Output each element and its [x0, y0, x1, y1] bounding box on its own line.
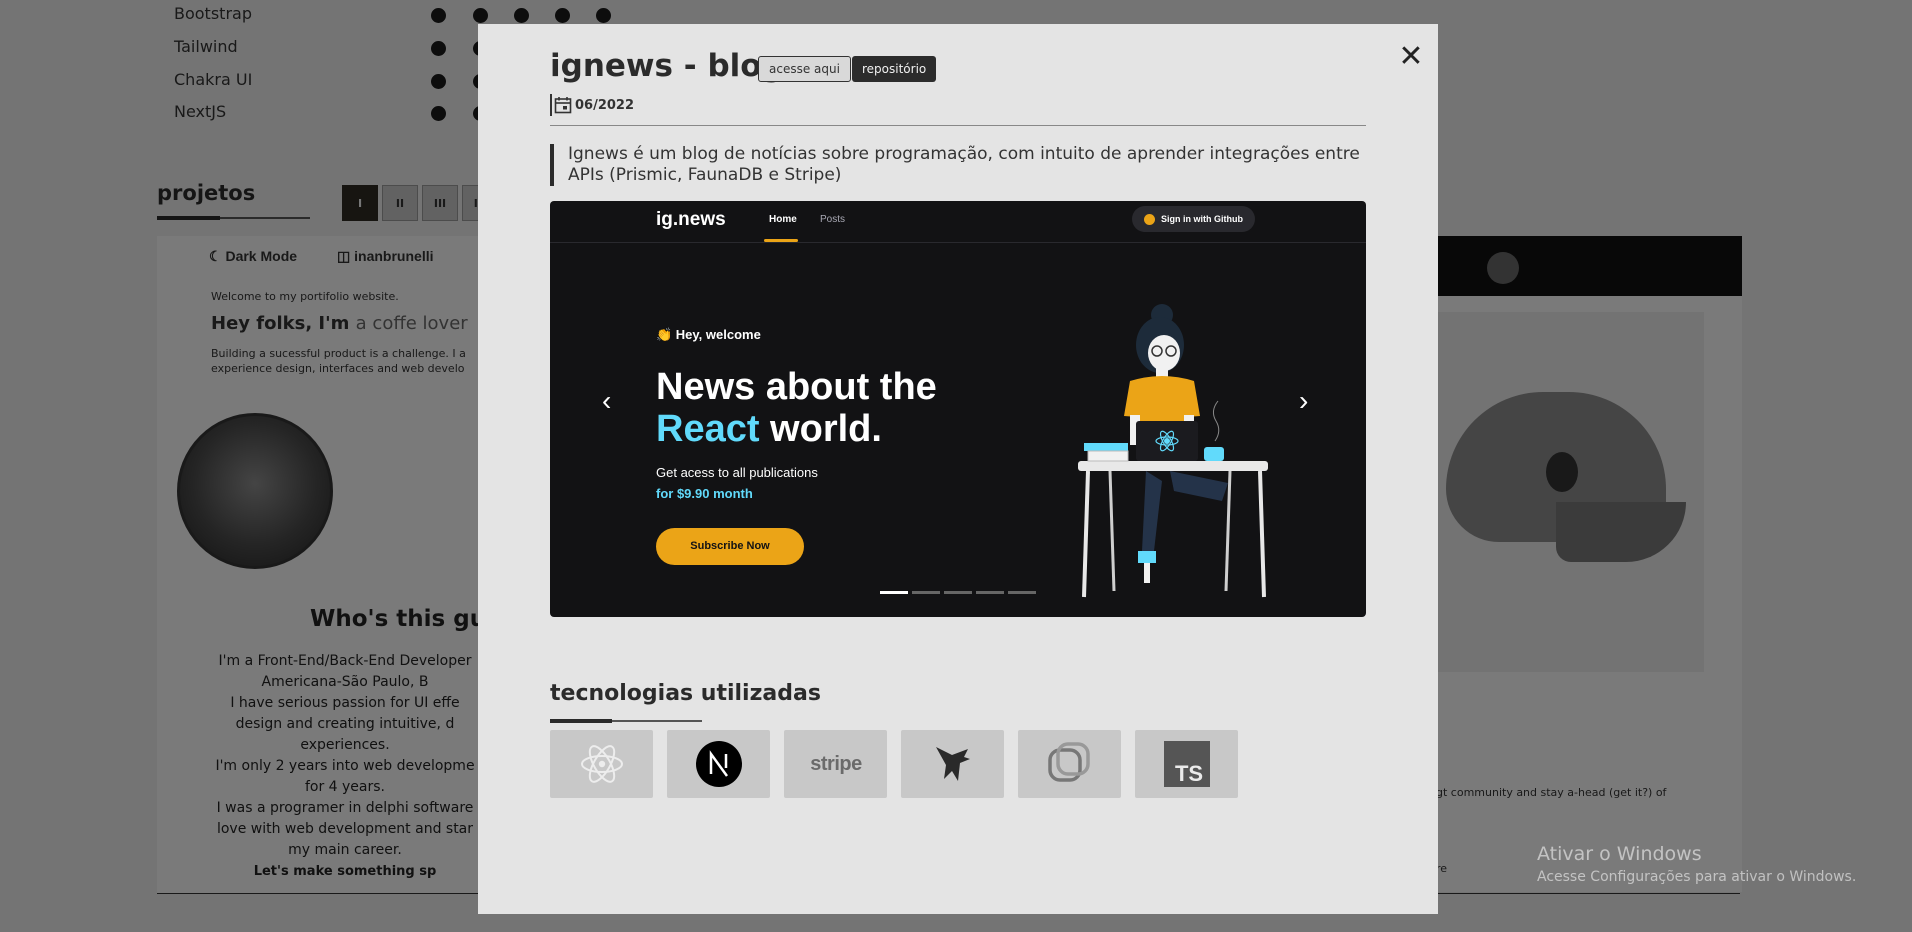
carousel-prev-icon[interactable]: ‹ [602, 387, 611, 415]
project-screenshot: ig.news Home Posts Sign in with Github 👏… [550, 201, 1366, 617]
svg-text:TS: TS [1174, 761, 1202, 786]
date-text: 06/2022 [575, 97, 635, 113]
modal-title: ignews - blog [550, 48, 784, 84]
stripe-icon: stripe [810, 753, 862, 775]
technologies-underline-accent [550, 719, 612, 723]
carousel-dot[interactable] [880, 591, 908, 594]
github-icon [1144, 213, 1155, 225]
react-icon [580, 745, 623, 783]
svg-text:stripe: stripe [810, 753, 862, 775]
carousel-dot[interactable] [1008, 591, 1036, 594]
tech-typescript[interactable]: TS [1135, 730, 1238, 798]
preview-nav-posts: Posts [820, 214, 846, 225]
preview-nav-active-indicator [764, 239, 798, 242]
carousel-indicators [880, 591, 1036, 594]
carousel-dot[interactable] [976, 591, 1004, 594]
tech-prismic[interactable] [1018, 730, 1121, 798]
preview-subscribe-button: Subscribe Now [656, 528, 804, 565]
headline-react: React [656, 408, 760, 450]
windows-activation-watermark: Ativar o Windows Acesse Configurações pa… [1537, 843, 1856, 885]
carousel-next-icon[interactable]: › [1299, 387, 1308, 415]
preview-signin-button: Sign in with Github [1132, 206, 1255, 232]
calendar-icon [554, 97, 572, 114]
access-site-button[interactable]: acesse aqui [758, 56, 851, 82]
faunadb-icon [935, 747, 970, 781]
close-icon[interactable]: ✕ [1396, 42, 1426, 72]
preview-signin-label: Sign in with Github [1161, 214, 1243, 224]
carousel-dot[interactable] [912, 591, 940, 594]
carousel-dot[interactable] [944, 591, 972, 594]
tech-react[interactable] [550, 730, 653, 798]
typescript-icon: TS [1163, 741, 1210, 787]
repository-button[interactable]: repositório [852, 56, 937, 82]
tech-faunadb[interactable] [901, 730, 1004, 798]
project-date: 06/2022 [550, 94, 634, 116]
tech-stripe[interactable]: stripe [784, 730, 887, 798]
project-description: Ignews é um blog de notícias sobre progr… [550, 144, 1366, 186]
project-modal: ignews - blog acesse aqui repositório ✕ … [478, 24, 1438, 914]
woman-with-laptop-illustration [1078, 304, 1268, 598]
preview-logo: ig.news [656, 209, 726, 230]
nextjs-icon [695, 741, 742, 787]
date-accent-bar [550, 94, 552, 116]
technologies-list: stripe TS [550, 730, 1238, 798]
preview-header: ig.news Home Posts Sign in with Github [550, 201, 1366, 243]
preview-nav-home: Home [769, 214, 797, 225]
watermark-subtitle: Acesse Configurações para ativar o Windo… [1537, 869, 1857, 885]
technologies-heading: tecnologias utilizadas [550, 681, 821, 706]
preview-subtitle: Get acess to all publications [656, 465, 818, 480]
headline-line1: News about the [656, 366, 937, 408]
prismic-icon [1047, 742, 1090, 782]
headline-rest: world. [759, 408, 882, 450]
tech-nextjs[interactable] [667, 730, 770, 798]
header-divider [550, 125, 1366, 126]
preview-price: for $9.90 month [656, 486, 753, 501]
watermark-title: Ativar o Windows [1537, 843, 1702, 865]
preview-headline: News about the React world. [656, 366, 937, 450]
preview-welcome: 👏 Hey, welcome [656, 327, 761, 342]
